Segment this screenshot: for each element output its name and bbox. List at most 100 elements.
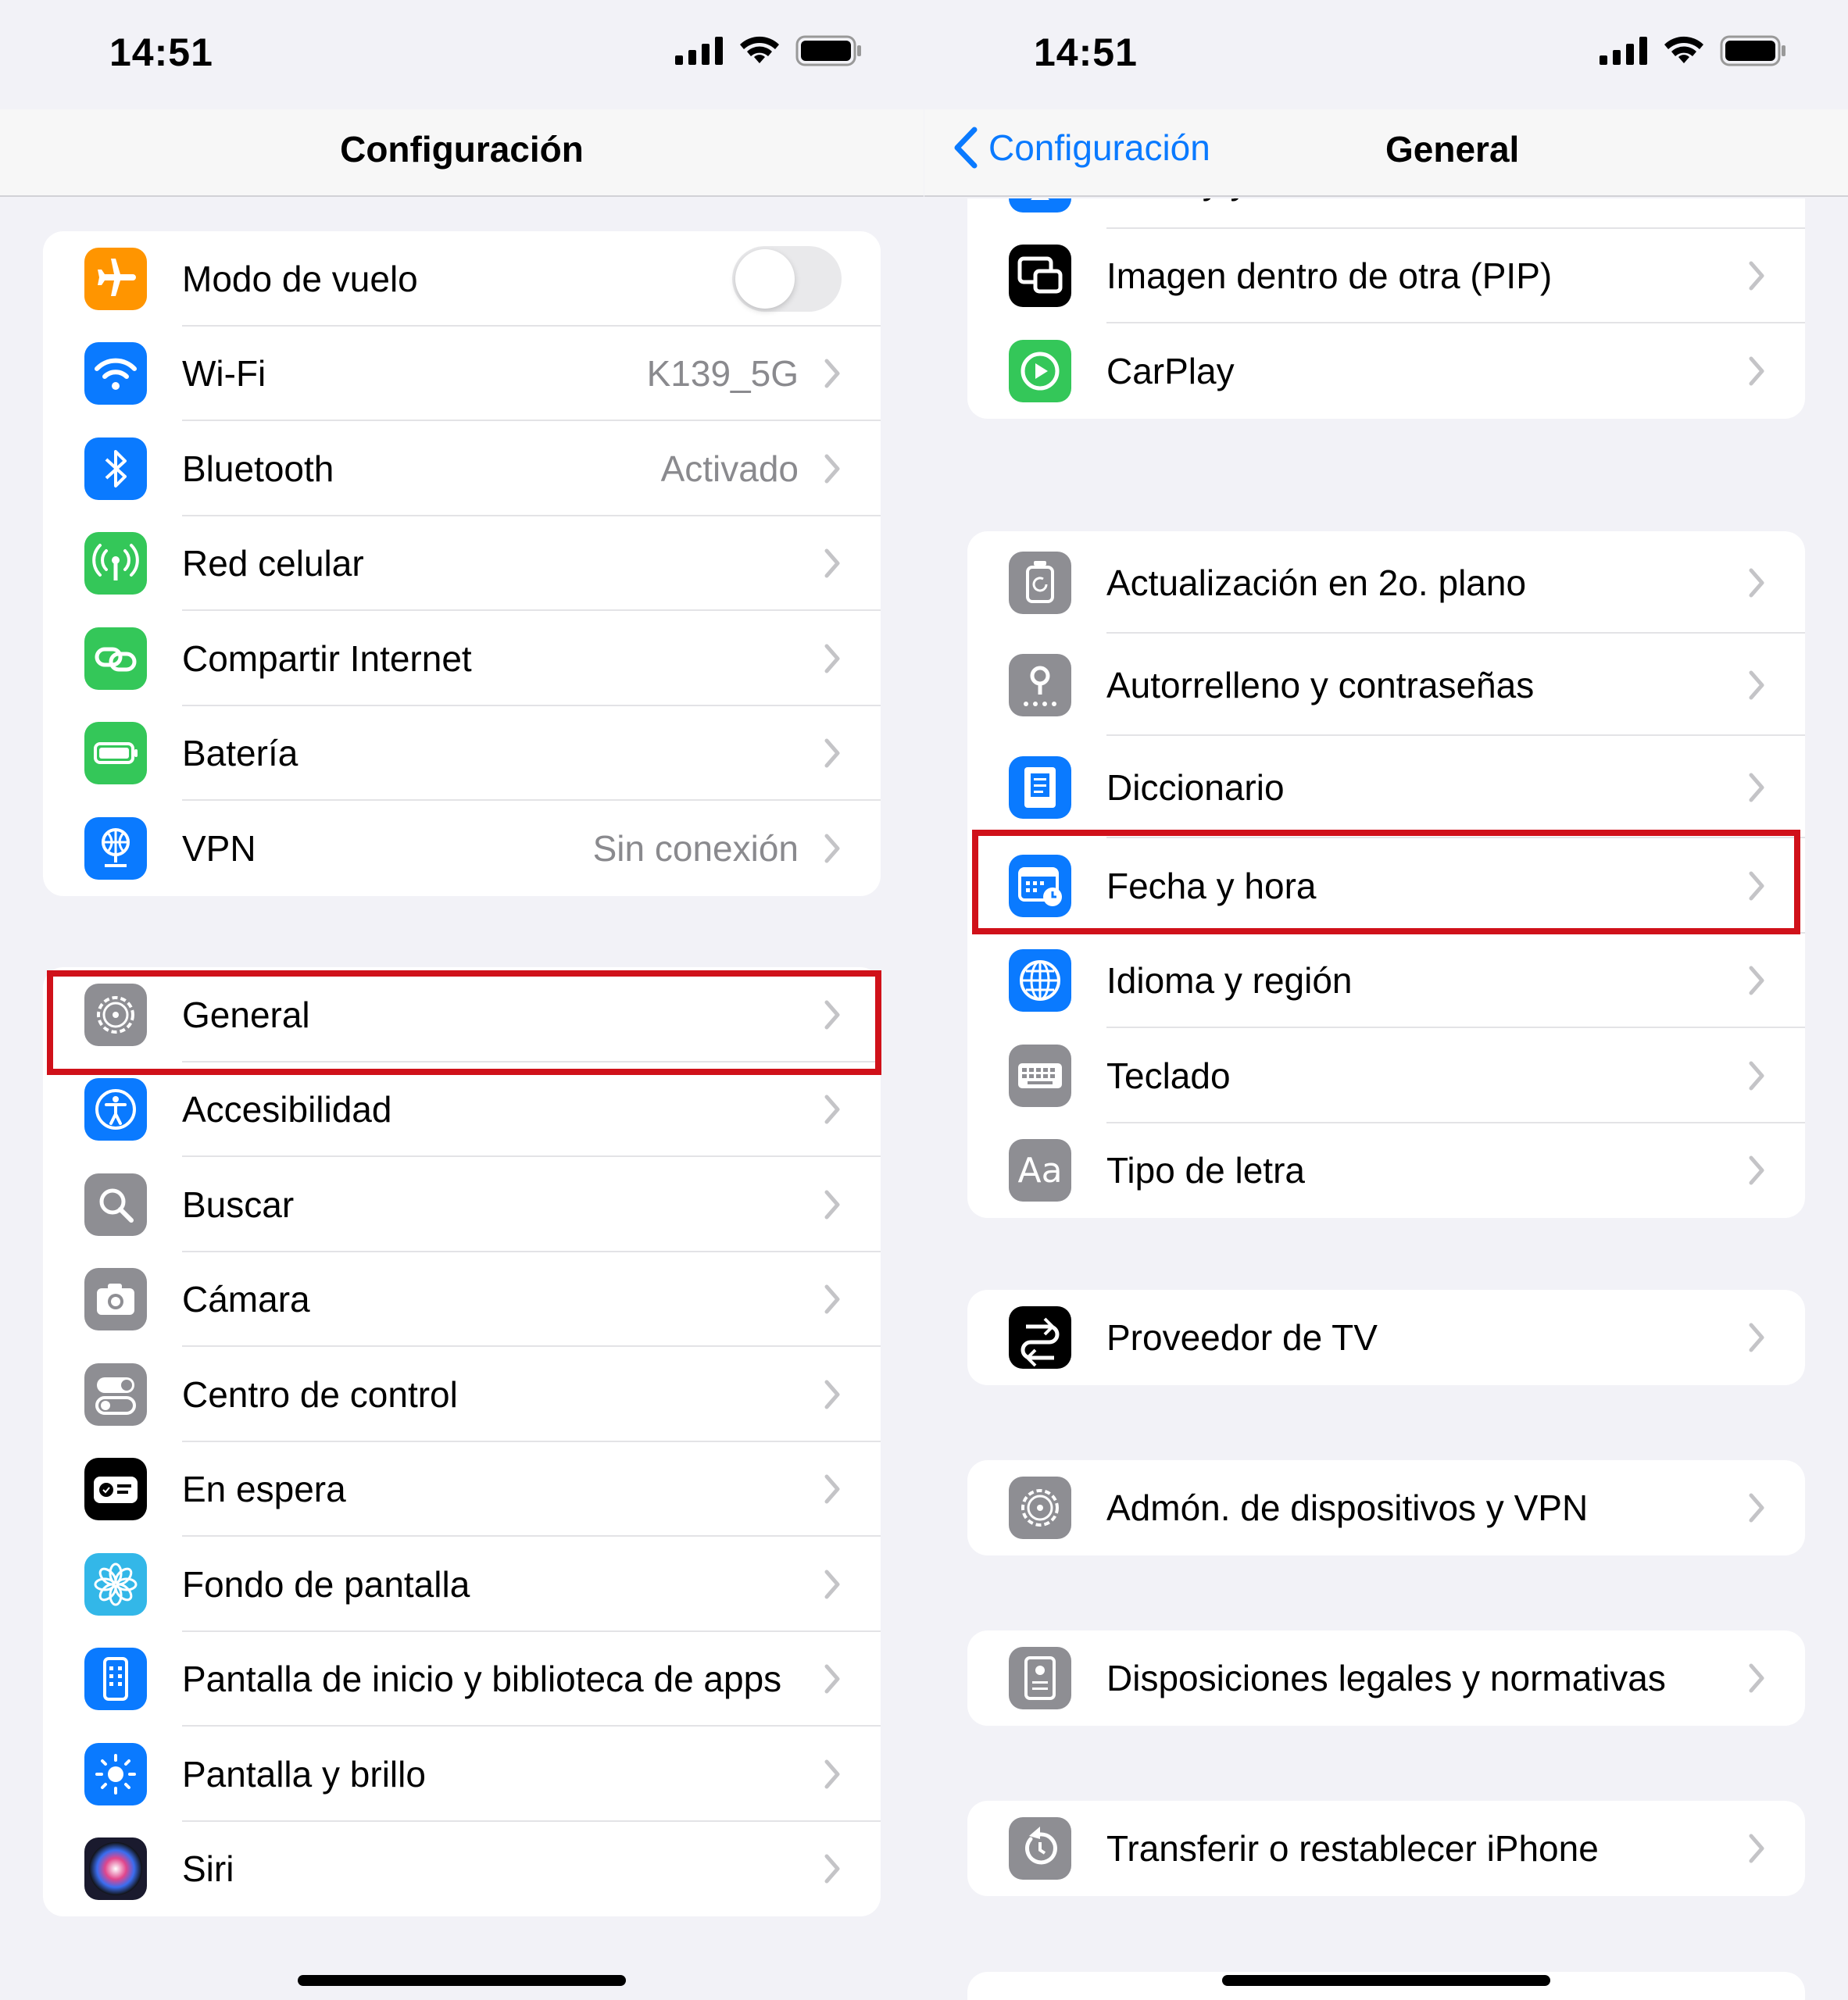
chevron-right-icon xyxy=(824,1380,840,1409)
sun-icon xyxy=(84,1742,147,1805)
settings-row-idioma-y-region[interactable]: Idioma y región xyxy=(967,934,1805,1029)
settings-row-autorrelleno-y-contrasenas[interactable]: Autorrelleno y contraseñas xyxy=(967,634,1805,736)
row-value: Activado xyxy=(660,448,799,489)
chevron-right-icon xyxy=(824,738,840,768)
airplay-icon xyxy=(1009,198,1071,212)
settings-row-compartir-internet[interactable]: Compartir Internet xyxy=(43,611,881,706)
system-group: General Accesibilidad Buscar Cámara Centro d… xyxy=(43,967,881,1916)
settings-row-transferir-o-restablecer-iphone[interactable]: Transferir o restablecer iPhone xyxy=(967,1801,1805,1896)
row-label: Tipo de letra xyxy=(1106,1150,1305,1191)
settings-row-admon-de-dispositivos-y-vpn[interactable]: Admón. de dispositivos y VPN xyxy=(967,1460,1805,1555)
siri-icon xyxy=(84,1838,147,1901)
device-management-group: Admón. de dispositivos y VPN xyxy=(967,1460,1805,1555)
row-label: Cámara xyxy=(182,1279,310,1320)
settings-row-imagen-dentro-de-otra-pip[interactable]: Imagen dentro de otra (PIP) xyxy=(967,229,1805,324)
settings-row-buscar[interactable]: Buscar xyxy=(43,1157,881,1252)
chevron-right-icon xyxy=(824,1284,840,1314)
row-label: Batería xyxy=(182,733,298,774)
chevron-right-icon xyxy=(824,1854,840,1884)
row-label: Teclado xyxy=(1106,1055,1231,1096)
settings-row-airplay-y-la-continuidad[interactable]: AirPlay y la continuidad xyxy=(967,198,1805,229)
row-label: Modo de vuelo xyxy=(182,258,418,299)
wifi-status-icon xyxy=(740,36,779,63)
tv-group: Proveedor de TV xyxy=(967,1290,1805,1385)
chevron-right-icon xyxy=(824,834,840,863)
settings-row-fondo-de-pantalla[interactable]: Fondo de pantalla xyxy=(43,1537,881,1632)
row-label: General xyxy=(182,994,310,1035)
row-label: Diccionario xyxy=(1106,766,1285,808)
chevron-right-icon xyxy=(1749,1155,1764,1185)
continuity-group: AirPlay y la continuidad Imagen dentro de… xyxy=(967,198,1805,419)
chevron-right-icon xyxy=(824,1474,840,1504)
settings-row-en-espera[interactable]: En espera xyxy=(43,1442,881,1538)
row-label: Imagen dentro de otra (PIP) xyxy=(1106,255,1553,297)
settings-row-wi-fi[interactable]: Wi-Fi K139_5G xyxy=(43,327,881,422)
row-value: K139_5G xyxy=(646,353,799,395)
settings-row-siri[interactable]: Siri xyxy=(43,1822,881,1917)
row-label: Disposiciones legales y normativas xyxy=(1106,1657,1666,1698)
settings-row-vpn[interactable]: VPN Sin conexión xyxy=(43,801,881,896)
home-indicator[interactable] xyxy=(1222,1975,1550,1986)
wifi-icon xyxy=(84,342,147,405)
gear-icon xyxy=(1009,1476,1071,1539)
settings-row-actualizacion-en-2o-plano[interactable]: Actualización en 2o. plano xyxy=(967,531,1805,634)
settings-row-camara[interactable]: Cámara xyxy=(43,1252,881,1348)
settings-row-tipo-de-letra[interactable]: Aa Tipo de letra xyxy=(967,1123,1805,1219)
settings-row-fecha-y-hora[interactable]: Fecha y hora xyxy=(967,838,1805,934)
phone-grid-icon xyxy=(84,1648,147,1711)
battery-status-icon xyxy=(795,35,861,66)
legal-group: Disposiciones legales y normativas xyxy=(967,1630,1805,1726)
settings-row-red-celular[interactable]: Red celular xyxy=(43,516,881,612)
settings-row-modo-de-vuelo[interactable]: Modo de vuelo xyxy=(43,231,881,327)
settings-row-bateria[interactable]: Batería xyxy=(43,706,881,802)
settings-row-proveedor-de-tv[interactable]: Proveedor de TV xyxy=(967,1290,1805,1385)
gear-icon xyxy=(84,983,147,1046)
cellular-signal-icon xyxy=(675,37,723,65)
reset-icon xyxy=(1009,1816,1071,1880)
general-screen: 14:51 Configuración General AirPlay y la… xyxy=(924,0,1848,2000)
chevron-right-icon xyxy=(824,1664,840,1694)
general-list[interactable]: AirPlay y la continuidad Imagen dentro de… xyxy=(924,198,1848,2000)
chevron-right-icon xyxy=(824,1570,840,1599)
settings-row-disposiciones-legales-y-normativas[interactable]: Disposiciones legales y normativas xyxy=(967,1630,1805,1726)
settings-row-carplay[interactable]: CarPlay xyxy=(967,323,1805,419)
settings-row-pantalla-de-inicio-y-biblioteca-de-apps[interactable]: Pantalla de inicio y biblioteca de apps xyxy=(43,1632,881,1727)
row-label: Proveedor de TV xyxy=(1106,1316,1378,1358)
settings-row-accesibilidad[interactable]: Accesibilidad xyxy=(43,1062,881,1158)
settings-list[interactable]: Modo de vuelo Wi-Fi K139_5G Bluetooth Activa… xyxy=(0,198,924,2000)
airplane-mode-toggle[interactable] xyxy=(732,245,842,312)
settings-row-teclado[interactable]: Teclado xyxy=(967,1028,1805,1123)
row-label: Autorrelleno y contraseñas xyxy=(1106,664,1535,705)
row-label: Buscar xyxy=(182,1184,295,1225)
chevron-right-icon xyxy=(1749,1061,1764,1091)
page-title: General xyxy=(1385,129,1520,170)
settings-row-pantalla-y-brillo[interactable]: Pantalla y brillo xyxy=(43,1727,881,1822)
row-label: Centro de control xyxy=(182,1373,458,1415)
back-button[interactable]: Configuración xyxy=(953,127,1210,169)
navigation-bar: Configuración xyxy=(0,109,924,197)
chevron-right-icon xyxy=(1749,670,1764,699)
chevron-right-icon xyxy=(1749,1663,1764,1693)
book-icon xyxy=(1009,755,1071,819)
settings-row-diccionario[interactable]: Diccionario xyxy=(967,736,1805,838)
settings-row-centro-de-control[interactable]: Centro de control xyxy=(43,1347,881,1442)
row-label: Transferir o restablecer iPhone xyxy=(1106,1827,1599,1869)
link-icon xyxy=(84,627,147,690)
globe-network-icon xyxy=(84,816,147,880)
row-label: Admón. de dispositivos y VPN xyxy=(1106,1487,1589,1528)
row-label: Accesibilidad xyxy=(182,1089,392,1130)
row-label: Fecha y hora xyxy=(1106,865,1317,906)
chevron-right-icon xyxy=(824,454,840,484)
status-icons xyxy=(1600,35,1787,66)
status-time: 14:51 xyxy=(1034,30,1138,74)
calendar-clock-icon xyxy=(1009,854,1071,917)
globe-icon xyxy=(1009,949,1071,1012)
home-indicator[interactable] xyxy=(298,1975,626,1986)
row-label: Red celular xyxy=(182,543,364,584)
settings-row-general[interactable]: General xyxy=(43,967,881,1062)
wifi-status-icon xyxy=(1664,36,1703,63)
settings-row-bluetooth[interactable]: Bluetooth Activado xyxy=(43,421,881,516)
status-icons xyxy=(675,35,863,66)
page-title: Configuración xyxy=(340,129,584,170)
row-label: Actualización en 2o. plano xyxy=(1106,562,1527,603)
